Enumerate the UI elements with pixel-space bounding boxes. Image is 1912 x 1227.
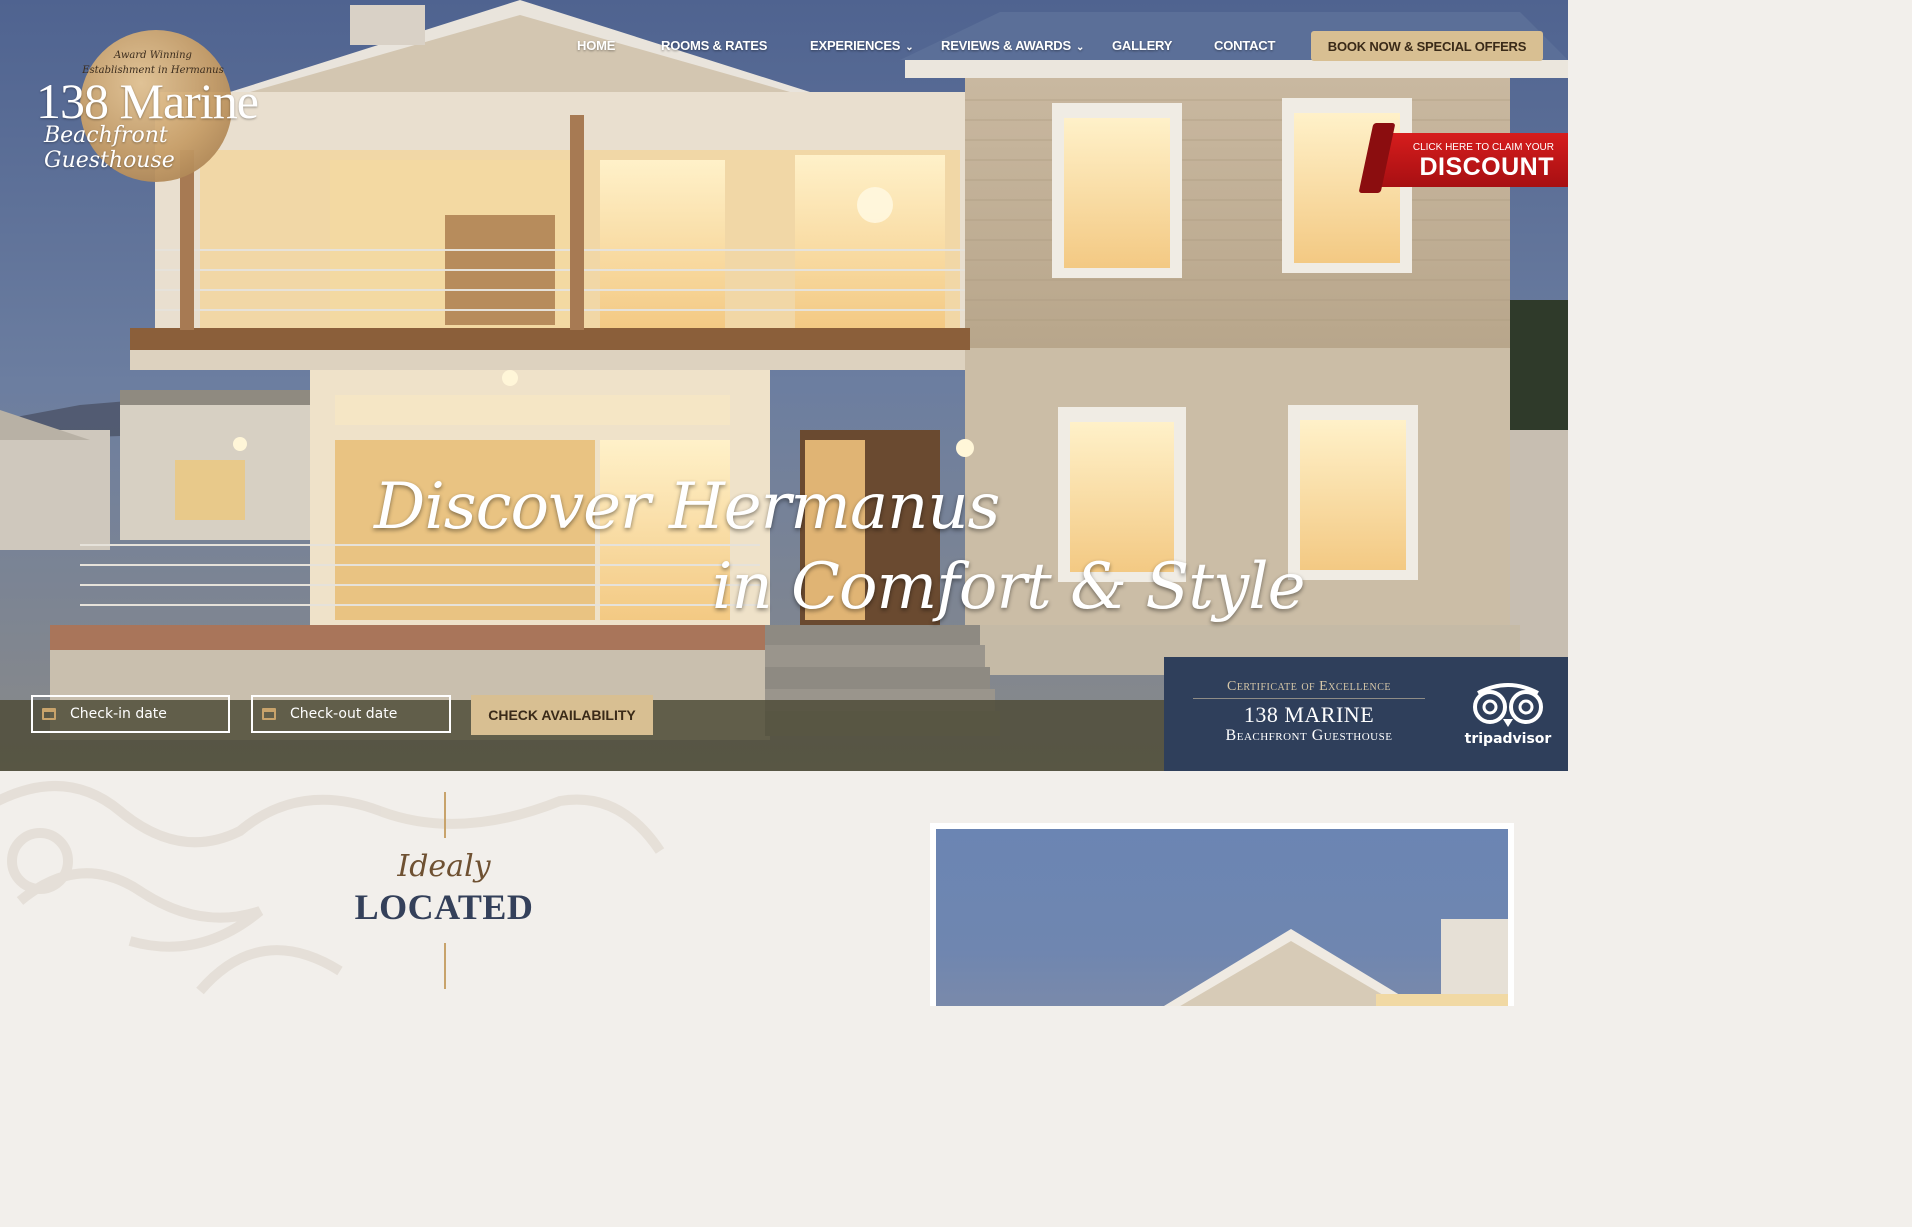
book-now-button[interactable]: BOOK NOW & SPECIAL OFFERS [1311,31,1543,61]
tripadvisor-label: tripadvisor [1464,731,1552,747]
checkin-placeholder: Check-in date [70,706,167,722]
nav-gallery[interactable]: GALLERY [1112,38,1172,53]
tripadvisor-owl-icon [1473,683,1543,727]
discount-ribbon[interactable]: CLICK HERE TO CLAIM YOUR DISCOUNT [1358,123,1568,193]
checkin-date-field[interactable]: Check-in date [31,695,230,733]
section-script-heading: Idealy [397,849,491,884]
chevron-down-icon: ⌄ [1075,42,1085,53]
ideally-located-section: Idealy LOCATED [0,771,1568,1006]
hero-headline-line2: in Comfort & Style [712,550,1305,624]
nav-contact[interactable]: CONTACT [1214,38,1275,53]
certificate-of-excellence[interactable]: Certificate of Excellence 138 MARINE Bea… [1164,657,1568,771]
discount-ribbon-big: DISCOUNT [1419,153,1554,181]
house-roof-image [1163,919,1508,1006]
certificate-title: Certificate of Excellence [1226,679,1391,694]
nav-experiences[interactable]: EXPERIENCES ⌄ [810,38,914,53]
checkout-date-field[interactable]: Check-out date [251,695,451,733]
section-title: LOCATED [354,887,534,927]
divider-line-bottom [444,943,446,989]
chevron-down-icon: ⌄ [905,42,914,53]
nav-home[interactable]: HOME [577,38,615,53]
nav-rooms-rates[interactable]: ROOMS & RATES [661,38,767,53]
location-photo-image [936,829,1508,1006]
divider-line-top [444,792,446,838]
logo-name: 138 Marine [36,73,259,129]
checkout-placeholder: Check-out date [290,706,398,722]
check-availability-button[interactable]: CHECK AVAILABILITY [471,695,653,735]
site-logo[interactable]: Award Winning Establishment in Hermanus … [30,28,290,188]
location-photo [930,823,1514,1006]
nav-reviews-awards[interactable]: REVIEWS & AWARDS ⌄ [941,38,1084,53]
logo-subtitle: Beachfront Guesthouse [44,123,175,173]
calendar-icon [262,708,276,720]
hero-headline-line1: Discover Hermanus [374,470,1000,544]
hero-section: Award Winning Establishment in Hermanus … [0,0,1568,771]
calendar-icon [42,708,56,720]
certificate-name: 138 MARINE [1243,702,1375,727]
certificate-divider [1193,698,1425,699]
discount-ribbon-small: CLICK HERE TO CLAIM YOUR [1412,142,1554,153]
certificate-subtitle: Beachfront Guesthouse [1225,727,1393,744]
